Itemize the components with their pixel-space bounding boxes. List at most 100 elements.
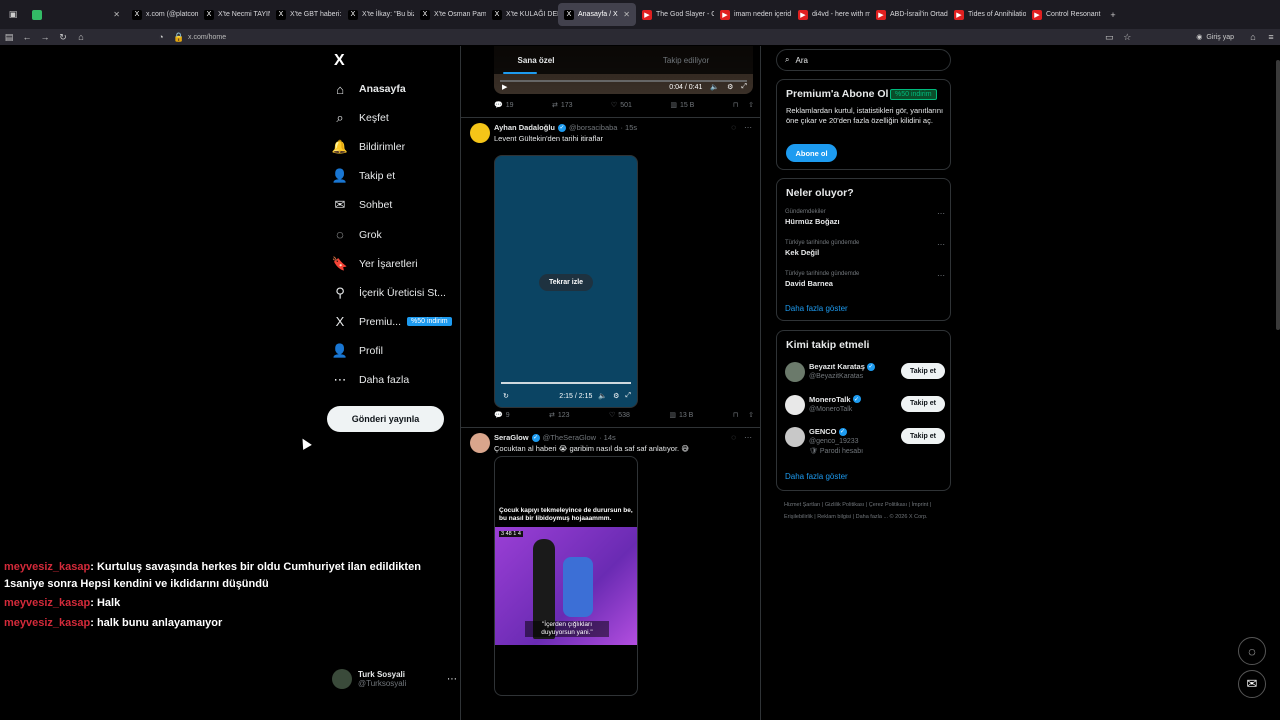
like-button[interactable]: ♡ 501: [611, 101, 632, 110]
reply-button[interactable]: 💬 9: [494, 411, 510, 420]
repost-button[interactable]: ⇄ 173: [552, 101, 573, 110]
browser-tab[interactable]: ▶imam neden içerid✕: [714, 3, 792, 26]
browser-tab[interactable]: ▶The God Slayer - G✕: [636, 3, 714, 26]
grok-icon[interactable]: ◌: [731, 123, 736, 132]
tab-list-icon[interactable]: ▣: [0, 9, 26, 20]
account-icon[interactable]: ◉: [1196, 33, 1202, 41]
trend-item[interactable]: Türkiye tarihinde gündemde Kek Değil ⋯: [785, 240, 945, 257]
extensions-icon[interactable]: ⌂: [1244, 32, 1262, 42]
tweet-author-handle[interactable]: @borsacibaba: [569, 123, 617, 132]
repost-button[interactable]: ⇄ 123: [549, 411, 570, 420]
play-icon[interactable]: ▶: [502, 83, 507, 91]
show-more-link[interactable]: Daha fazla göster: [785, 472, 848, 481]
browser-tab[interactable]: XX'te İlkay: "Bu bizim✕: [342, 3, 414, 26]
tweet-time[interactable]: · 15s: [620, 123, 637, 132]
post-button[interactable]: Gönderi yayınla: [327, 406, 444, 432]
shield-icon[interactable]: ◔: [152, 32, 170, 42]
tweet-time[interactable]: · 14s: [599, 433, 616, 442]
reply-button[interactable]: 💬 19: [494, 101, 514, 110]
trend-item[interactable]: Türkiye tarihinde gündemde David Barnea ⋯: [785, 271, 945, 288]
browser-tab[interactable]: XX'te KULAĞI DELİK✕: [486, 3, 558, 26]
replay-button[interactable]: Tekrar izle: [539, 274, 593, 291]
fullscreen-icon[interactable]: ⤢: [625, 392, 631, 400]
more-icon[interactable]: ⋯: [937, 240, 945, 249]
follow-suggestion[interactable]: MoneroTalk ✓ @MoneroTalk Takip et: [785, 394, 945, 423]
more-icon[interactable]: ⋯: [447, 674, 457, 685]
tweet-author-name[interactable]: SeraGlow: [494, 433, 529, 442]
menu-icon[interactable]: ≡: [1262, 32, 1280, 42]
messages-float-icon[interactable]: ✉: [1238, 670, 1266, 698]
back-icon[interactable]: ←: [18, 32, 36, 42]
close-tab-icon[interactable]: ✕: [113, 10, 120, 19]
follow-suggestion[interactable]: GENCO ✓ @genco_19233 🛡 Parodi hesabı Takip e…: [785, 427, 945, 455]
trend-item[interactable]: Gündemdekiler Hürmüz Boğazı ⋯: [785, 209, 945, 226]
sidebar-item-7[interactable]: ⚲ İçerik Üreticisi St...: [332, 282, 446, 304]
forward-icon[interactable]: →: [36, 32, 54, 42]
footer-links[interactable]: Hizmet Şartları | Gizlilik Politikası | …: [784, 499, 944, 523]
url-bar[interactable]: x.com/home: [188, 34, 226, 41]
replay-icon[interactable]: ↻: [503, 392, 509, 400]
x-logo-icon[interactable]: X: [334, 52, 350, 69]
tweet-author-name[interactable]: Ayhan Dadaloğlu: [494, 123, 555, 132]
browser-tab[interactable]: ✕: [26, 3, 126, 26]
browser-tab[interactable]: ▶di4vd - here with m✕: [792, 3, 870, 26]
share-icon[interactable]: ⇧: [748, 101, 754, 109]
tab-following[interactable]: Takip ediliyor: [611, 46, 760, 74]
sidebar-toggle-icon[interactable]: ▤: [0, 32, 18, 43]
suggestion-name[interactable]: GENCO: [809, 427, 837, 436]
sidebar-item-2[interactable]: 🔔 Bildirimler: [332, 136, 405, 158]
avatar[interactable]: [470, 433, 490, 453]
tweet-video[interactable]: Tekrar izle ↻ 2:15 / 2:15 🔈 ⚙ ⤢: [494, 155, 638, 408]
more-icon[interactable]: ⋯: [937, 271, 945, 280]
follow-button[interactable]: Takip et: [901, 363, 945, 379]
search-input[interactable]: ⌕ Ara: [776, 49, 951, 71]
account-switcher[interactable]: Turk Sosyali @Turksosyali ⋯: [332, 669, 457, 689]
browser-tab[interactable]: XX'te Osman Pamuk:✕: [414, 3, 486, 26]
tweet-author-handle[interactable]: @TheSeraGlow: [543, 433, 596, 442]
follow-button[interactable]: Takip et: [901, 395, 945, 412]
follow-button[interactable]: Takip et: [901, 428, 945, 444]
video-progress[interactable]: [501, 382, 631, 384]
browser-tab[interactable]: ▶ABD-İsrail'in Ortad✕: [870, 3, 948, 26]
browser-tab[interactable]: ▶Tides of Annihilatio✕: [948, 3, 1026, 26]
home-icon[interactable]: ⌂: [72, 32, 90, 42]
suggestion-name[interactable]: MoneroTalk: [809, 395, 851, 404]
sidebar-item-8[interactable]: X Premiu... %50 indirim: [332, 311, 452, 333]
show-more-link[interactable]: Daha fazla göster: [785, 304, 848, 313]
avatar[interactable]: [785, 427, 805, 447]
grok-float-icon[interactable]: ◌: [1238, 637, 1266, 665]
browser-tab[interactable]: XX'te GBT haberi: "E✕: [270, 3, 342, 26]
sign-in-button[interactable]: Giriş yap: [1206, 34, 1234, 41]
volume-icon[interactable]: 🔈: [710, 83, 719, 91]
reload-icon[interactable]: ↻: [54, 32, 72, 43]
bookmark-icon[interactable]: ⊓: [733, 101, 738, 109]
more-icon[interactable]: ⋯: [744, 123, 752, 132]
subscribe-button[interactable]: Abone ol: [786, 144, 837, 162]
close-tab-icon[interactable]: ✕: [623, 10, 630, 19]
sidebar-item-5[interactable]: ◌ Grok: [332, 224, 382, 246]
sidebar-item-4[interactable]: ✉ Sohbet: [332, 194, 393, 216]
settings-icon[interactable]: ⚙: [727, 83, 733, 91]
more-icon[interactable]: ⋯: [744, 433, 752, 442]
reader-icon[interactable]: ▭: [1100, 32, 1118, 43]
browser-tab[interactable]: XX'te Necmi TAYIN: "✕: [198, 3, 270, 26]
grok-icon[interactable]: ◌: [731, 433, 736, 442]
sidebar-item-3[interactable]: 👤 Takip et: [332, 165, 395, 187]
browser-tab[interactable]: X Anasayfa / X ✕: [558, 3, 636, 26]
share-icon[interactable]: ⇧: [748, 411, 754, 419]
views-button[interactable]: ▥ 15 B: [670, 101, 694, 110]
suggestion-name[interactable]: Beyazıt Karataş: [809, 362, 865, 371]
bookmark-star-icon[interactable]: ☆: [1118, 32, 1136, 43]
like-button[interactable]: ♡ 538: [609, 411, 630, 420]
sidebar-item-10[interactable]: ⋯ Daha fazla: [332, 369, 410, 391]
sidebar-item-6[interactable]: 🔖 Yer İşaretleri: [332, 253, 418, 275]
avatar[interactable]: [470, 123, 490, 143]
scrollbar[interactable]: [1276, 60, 1280, 330]
avatar[interactable]: [785, 362, 805, 382]
browser-tab[interactable]: ▶Control Resonant✕: [1026, 3, 1104, 26]
tweet-video[interactable]: Çocuk kapıyı tekmeleyince de durursun be…: [494, 456, 638, 696]
more-icon[interactable]: ⋯: [937, 209, 945, 218]
avatar[interactable]: [785, 394, 805, 415]
settings-icon[interactable]: ⚙: [613, 392, 619, 400]
sidebar-item-0[interactable]: ⌂ Anasayfa: [332, 78, 406, 100]
